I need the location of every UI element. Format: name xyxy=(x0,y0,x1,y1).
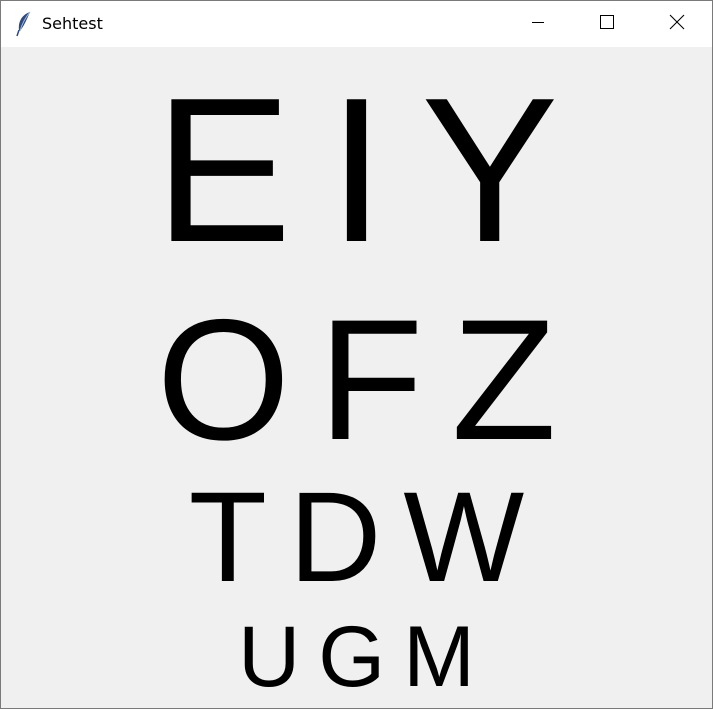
chart-row-3: TDW xyxy=(1,474,712,602)
eye-chart-canvas: EIY OFZ TDW UGM xyxy=(1,47,712,708)
title-bar[interactable]: Sehtest xyxy=(1,1,712,47)
chart-row-2: OFZ xyxy=(1,294,712,466)
maximize-button[interactable] xyxy=(572,1,642,47)
chart-letter: Z xyxy=(451,284,557,476)
chart-letter: W xyxy=(403,466,525,609)
chart-letter: T xyxy=(188,466,267,609)
feather-icon xyxy=(15,11,33,37)
chart-letter: U xyxy=(238,609,301,705)
chart-letter: I xyxy=(327,55,386,285)
chart-letter: O xyxy=(156,284,291,476)
chart-letter: M xyxy=(403,609,475,705)
chart-row-1: EIY xyxy=(1,67,712,273)
app-window: Sehtest EIY O F Z T D W U G M xyxy=(0,0,713,709)
close-button[interactable] xyxy=(642,1,712,47)
minimize-icon xyxy=(531,15,545,34)
chart-letter: F xyxy=(318,284,424,476)
chart-letter: Y xyxy=(421,55,559,285)
chart-letter: D xyxy=(288,466,382,609)
close-icon xyxy=(669,14,685,35)
maximize-icon xyxy=(599,14,615,35)
window-title: Sehtest xyxy=(42,14,103,33)
chart-letter: G xyxy=(318,609,386,705)
minimize-button[interactable] xyxy=(503,1,573,47)
chart-letter: E xyxy=(154,55,292,285)
chart-row-4: UGM xyxy=(1,614,712,700)
